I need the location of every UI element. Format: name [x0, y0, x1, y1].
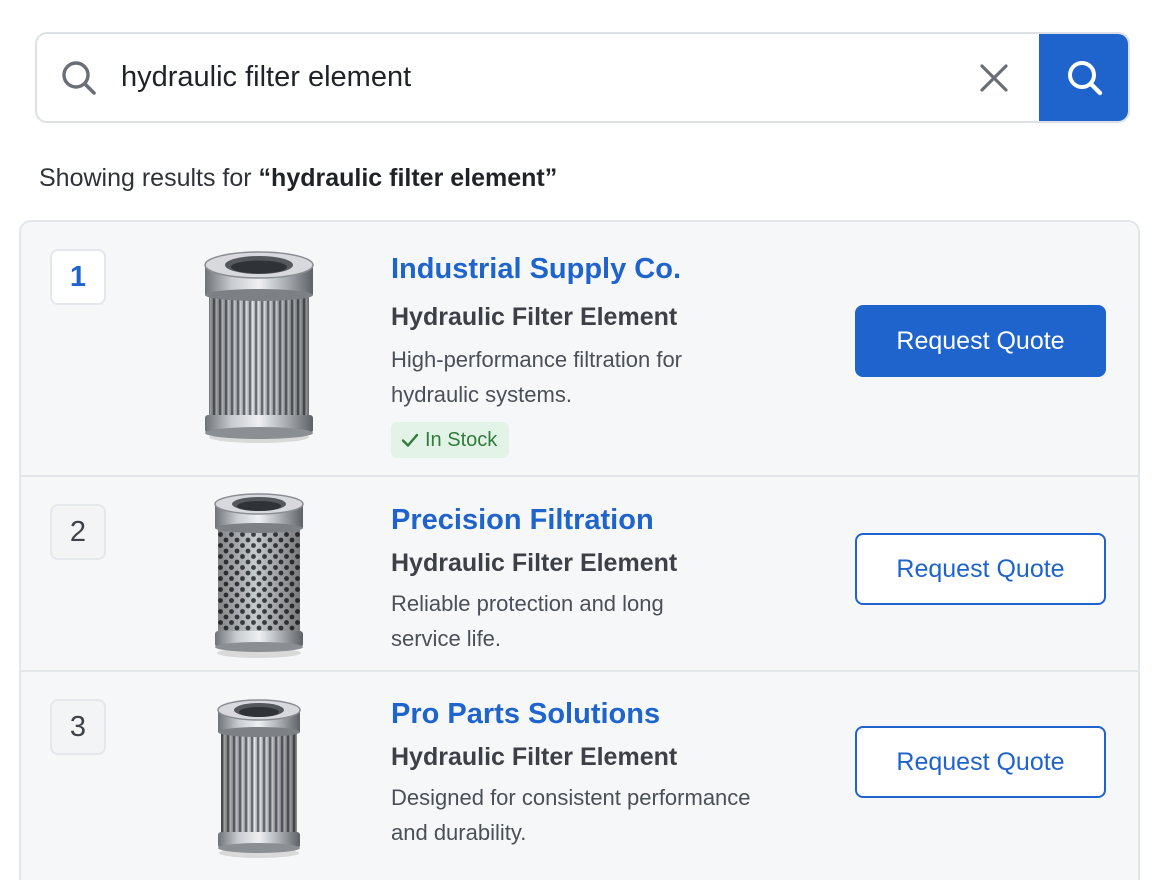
request-quote-button[interactable]: Request Quote [855, 533, 1106, 605]
search-submit-button[interactable] [1039, 34, 1128, 121]
search-bar [35, 32, 1130, 123]
request-quote-button[interactable]: Request Quote [855, 305, 1106, 377]
checkmark-icon [401, 433, 419, 447]
product-name: Hydraulic Filter Element [391, 549, 678, 577]
result-rank: 2 [50, 504, 106, 560]
results-summary: Showing results for “hydraulic filter el… [39, 164, 557, 193]
product-name: Hydraulic Filter Element [391, 303, 678, 331]
search-input[interactable] [121, 34, 949, 121]
supplier-name-link[interactable]: Industrial Supply Co. [391, 253, 681, 286]
results-list: 1 Industrial Supply Co. Hydraulic Filter… [19, 220, 1140, 880]
product-image-perforated-filter [214, 493, 304, 658]
product-description: Reliable protection and long service lif… [391, 586, 791, 656]
description-line: service life. [391, 626, 502, 651]
product-description: High-performance filtration for hydrauli… [391, 342, 791, 412]
description-line: High-performance filtration for [391, 347, 683, 372]
results-summary-prefix: Showing results for [39, 164, 259, 192]
request-quote-button[interactable]: Request Quote [855, 726, 1106, 798]
search-icon [1067, 60, 1102, 95]
product-name: Hydraulic Filter Element [391, 743, 678, 771]
product-description: Designed for consistent performance and … [391, 780, 791, 850]
search-icon [37, 34, 121, 121]
in-stock-badge: In Stock [391, 422, 510, 458]
search-results-page: Showing results for “hydraulic filter el… [0, 0, 1168, 880]
description-line: Designed for consistent performance [391, 785, 751, 810]
close-icon [980, 63, 1008, 92]
description-line: hydraulic systems. [391, 382, 572, 407]
clear-search-button[interactable] [949, 34, 1039, 121]
product-image-pleated-filter [217, 699, 301, 858]
results-summary-query: “hydraulic filter element” [258, 164, 558, 192]
supplier-name-link[interactable]: Precision Filtration [391, 504, 654, 537]
result-row: 1 Industrial Supply Co. Hydraulic Filter… [21, 222, 1138, 475]
result-row: 2 Precision Filtration Hydraulic Filter … [21, 475, 1138, 670]
result-row: 3 Pro Parts Solutions Hydraulic Filter E… [21, 670, 1138, 880]
product-image-pleated-filter [204, 251, 314, 443]
description-line: Reliable protection and long [391, 591, 664, 616]
stock-label: In Stock [425, 428, 498, 451]
result-rank: 3 [50, 699, 106, 755]
supplier-name-link[interactable]: Pro Parts Solutions [391, 698, 660, 731]
result-rank: 1 [50, 249, 106, 305]
description-line: and durability. [391, 820, 527, 845]
